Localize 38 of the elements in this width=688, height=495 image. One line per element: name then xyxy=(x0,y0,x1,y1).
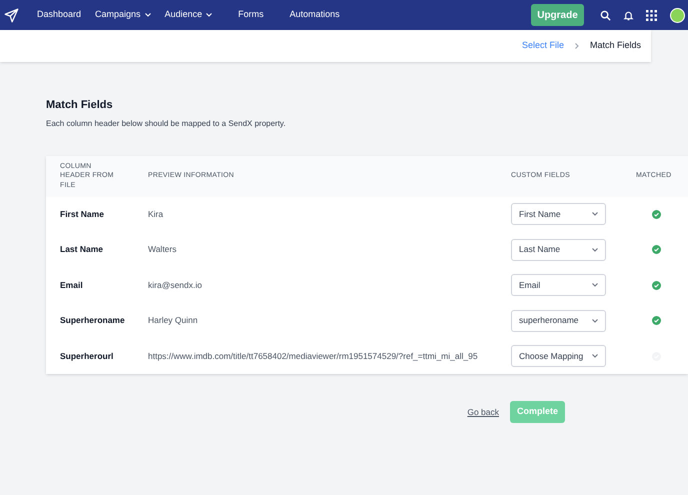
description-text: Each column header below should be mapped to a SendX property. xyxy=(46,118,287,130)
table-cell-text: Superheroname xyxy=(59,314,126,328)
avatar[interactable] xyxy=(670,8,685,22)
table-cell-text: Email xyxy=(59,278,84,292)
paper-plane-icon[interactable] xyxy=(4,8,19,22)
breadcrumb-link[interactable]: Match Fields xyxy=(590,39,641,53)
mapping-dropdown[interactable]: Last Name xyxy=(511,238,606,261)
table-cell-text: kira@sendx.io xyxy=(148,278,203,292)
table-cell-text: https://www.imdb.com/title/tt7658402/mediaviewer/rm1951574529/?ref_=ttmi_mi_all_95 xyxy=(148,350,479,363)
mapping-dropdown[interactable]: Choose Mapping xyxy=(511,345,606,368)
chevron-down-icon xyxy=(206,13,212,17)
mapping-dropdown[interactable]: superheroname xyxy=(511,310,606,332)
go-back-link[interactable]: Go back xyxy=(467,406,499,418)
apps-grid-icon[interactable] xyxy=(646,10,657,20)
table-cell-text: Superherourl xyxy=(59,350,114,363)
nav-link[interactable]: Audience xyxy=(164,8,212,22)
chevron-down-icon xyxy=(592,248,598,252)
bell-icon[interactable] xyxy=(623,10,634,20)
breadcrumb-link[interactable]: Select File xyxy=(522,39,564,53)
search-icon[interactable] xyxy=(600,10,611,20)
chevron-down-icon xyxy=(592,354,598,358)
table-cell-text: First Name xyxy=(59,208,105,221)
table-cell-text: Last Name xyxy=(59,243,104,256)
nav-link[interactable]: Campaigns xyxy=(95,8,151,22)
table-cell-text: Walters xyxy=(148,243,178,256)
nav-link[interactable]: Dashboard xyxy=(37,8,82,22)
chevron-down-icon xyxy=(592,283,598,288)
chevron-right-icon xyxy=(574,43,579,49)
chevron-down-icon xyxy=(592,318,598,323)
mapping-dropdown[interactable]: First Name xyxy=(511,203,606,226)
nav-link[interactable]: Forms xyxy=(238,8,264,22)
chevron-down-icon xyxy=(592,212,598,216)
chevron-down-icon xyxy=(144,13,151,17)
page-heading: Match Fields xyxy=(46,98,114,113)
mapping-dropdown[interactable]: Email xyxy=(511,274,606,296)
table-cell-text: Kira xyxy=(148,208,164,221)
table-cell-text: Harley Quinn xyxy=(148,314,199,328)
nav-link[interactable]: Automations xyxy=(290,8,340,22)
